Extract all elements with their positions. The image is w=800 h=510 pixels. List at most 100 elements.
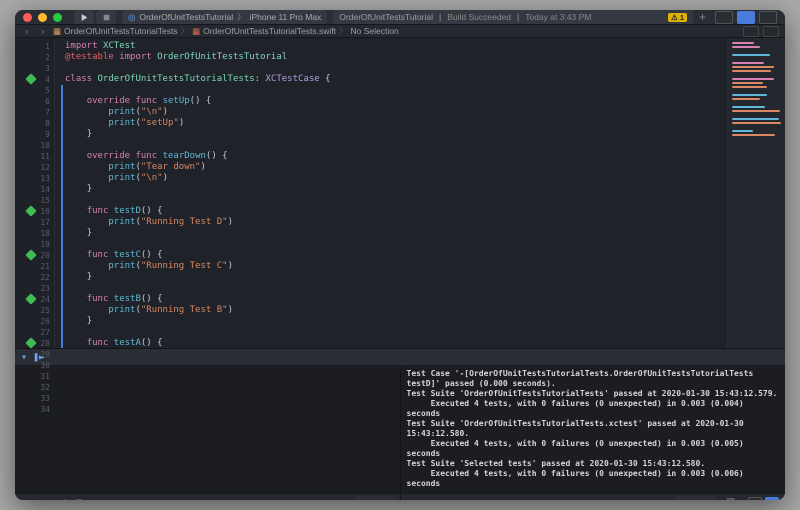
line-number[interactable]: 27 (15, 327, 54, 338)
add-editor-button[interactable]: + (699, 10, 706, 24)
line-number[interactable]: 34 (15, 404, 54, 415)
code-line[interactable]: print("Running Test B") (61, 305, 721, 316)
line-number[interactable]: 6 (15, 96, 54, 107)
line-number[interactable]: 22 (15, 272, 54, 283)
jump-bar[interactable]: ‹ › ▦ OrderOfUnitTestsTutorialTests 〉 ▦ … (15, 24, 785, 38)
code-line[interactable]: import XCTest (61, 41, 721, 52)
run-button[interactable] (74, 10, 94, 24)
line-number[interactable]: 17 (15, 217, 54, 228)
code-line[interactable]: print("Tear down") (61, 162, 721, 173)
test-success-icon[interactable] (25, 293, 36, 304)
line-number[interactable]: 21 (15, 261, 54, 272)
code-line[interactable]: print("Running Test D") (61, 217, 721, 228)
code-line[interactable] (61, 63, 721, 74)
code-line[interactable]: func testC() { (61, 250, 721, 261)
line-number[interactable]: 25 (15, 305, 54, 316)
code-line[interactable]: } (61, 184, 721, 195)
variables-view[interactable] (15, 365, 401, 493)
adjust-editor-button[interactable] (763, 26, 779, 37)
activity-status[interactable]: OrderOfUnitTestsTutorial | Build Succeed… (333, 10, 693, 24)
line-number[interactable]: 11 (15, 151, 54, 162)
code-line[interactable]: override func tearDown() { (61, 151, 721, 162)
line-number[interactable]: 31 (15, 371, 54, 382)
minimize-button[interactable] (38, 13, 47, 22)
line-number[interactable]: 29 (15, 349, 54, 360)
grid-icon[interactable]: ▦ (75, 497, 83, 500)
line-number[interactable]: 20 (15, 250, 54, 261)
stop-button[interactable] (96, 10, 116, 24)
line-number[interactable]: 24 (15, 294, 54, 305)
line-number[interactable]: 3 (15, 63, 54, 74)
line-number[interactable]: 30 (15, 360, 54, 371)
code-line[interactable] (61, 327, 721, 338)
test-success-icon[interactable] (25, 205, 36, 216)
code-line[interactable]: } (61, 228, 721, 239)
console-scope[interactable]: All Output (407, 498, 444, 501)
close-button[interactable] (23, 13, 32, 22)
trash-icon[interactable]: 🗑 (725, 497, 736, 500)
toggle-debug-area[interactable] (737, 11, 755, 24)
code-line[interactable]: func testB() { (61, 294, 721, 305)
line-number[interactable]: 12 (15, 162, 54, 173)
scope-chevron-icon: ⌄ (45, 497, 52, 500)
code-line[interactable]: } (61, 272, 721, 283)
line-number[interactable]: 33 (15, 393, 54, 404)
line-number[interactable]: 1 (15, 41, 54, 52)
line-number[interactable]: 16 (15, 206, 54, 217)
code-line[interactable] (61, 85, 721, 96)
code-line[interactable] (61, 239, 721, 250)
code-line[interactable]: print("setUp") (61, 118, 721, 129)
code-line[interactable] (61, 195, 721, 206)
code-line[interactable]: } (61, 316, 721, 327)
eye-icon[interactable]: ◎ (62, 497, 69, 500)
line-number[interactable]: 13 (15, 173, 54, 184)
line-number[interactable]: 8 (15, 118, 54, 129)
code-line[interactable]: print("Running Test C") (61, 261, 721, 272)
line-number[interactable]: 18 (15, 228, 54, 239)
test-success-icon[interactable] (25, 73, 36, 84)
history-back-icon[interactable]: ‹ (21, 26, 33, 36)
console-filter[interactable]: ⌕ Filter (676, 496, 716, 500)
history-forward-icon[interactable]: › (37, 26, 49, 36)
line-number[interactable]: 5 (15, 85, 54, 96)
code-line[interactable]: class OrderOfUnitTestsTutorialTests: XCT… (61, 74, 721, 85)
code-line[interactable]: } (61, 129, 721, 140)
line-number[interactable]: 19 (15, 239, 54, 250)
code-editor[interactable]: import XCTest@testable import OrderOfUni… (55, 38, 727, 348)
code-line[interactable]: func testD() { (61, 206, 721, 217)
code-line[interactable]: print("\n") (61, 107, 721, 118)
line-number[interactable]: 26 (15, 316, 54, 327)
test-success-icon[interactable] (25, 249, 36, 260)
line-gutter[interactable]: 1234567891011121314151617181920212223242… (15, 38, 55, 348)
line-number[interactable]: 7 (15, 107, 54, 118)
line-number[interactable]: 28 (15, 338, 54, 349)
code-line[interactable]: override func setUp() { (61, 96, 721, 107)
scheme-selector[interactable]: ◎ OrderOfUnitTestsTutorial 〉 iPhone 11 P… (122, 10, 327, 24)
toggle-navigator[interactable] (715, 11, 733, 24)
code-line[interactable] (61, 283, 721, 294)
code-line[interactable] (61, 140, 721, 151)
line-number[interactable]: 10 (15, 140, 54, 151)
console-output[interactable]: Test Case '-[OrderOfUnitTestsTutorialTes… (401, 365, 786, 493)
breadcrumb[interactable]: ▦ OrderOfUnitTestsTutorialTests 〉 ▦ Orde… (53, 25, 399, 37)
line-number[interactable]: 32 (15, 382, 54, 393)
zoom-button[interactable] (53, 13, 62, 22)
minimap[interactable] (727, 38, 785, 348)
editor-options-button[interactable] (743, 26, 759, 37)
variables-scope[interactable]: Auto (21, 498, 39, 501)
line-number[interactable]: 4 (15, 74, 54, 85)
code-line[interactable]: func testA() { (61, 338, 721, 348)
line-number[interactable]: 14 (15, 184, 54, 195)
variables-filter[interactable]: ⌕ Filter (354, 496, 394, 500)
warning-badge[interactable]: ⚠ 1 (668, 13, 687, 22)
test-success-icon[interactable] (25, 337, 36, 348)
line-number[interactable]: 15 (15, 195, 54, 206)
line-number[interactable]: 9 (15, 129, 54, 140)
toggle-console-pane[interactable] (765, 497, 779, 500)
line-number[interactable]: 23 (15, 283, 54, 294)
code-line[interactable]: @testable import OrderOfUnitTestsTutoria… (61, 52, 721, 63)
line-number[interactable]: 2 (15, 52, 54, 63)
toggle-inspector[interactable] (759, 11, 777, 24)
code-line[interactable]: print("\n") (61, 173, 721, 184)
toggle-variables-pane[interactable] (748, 497, 762, 500)
